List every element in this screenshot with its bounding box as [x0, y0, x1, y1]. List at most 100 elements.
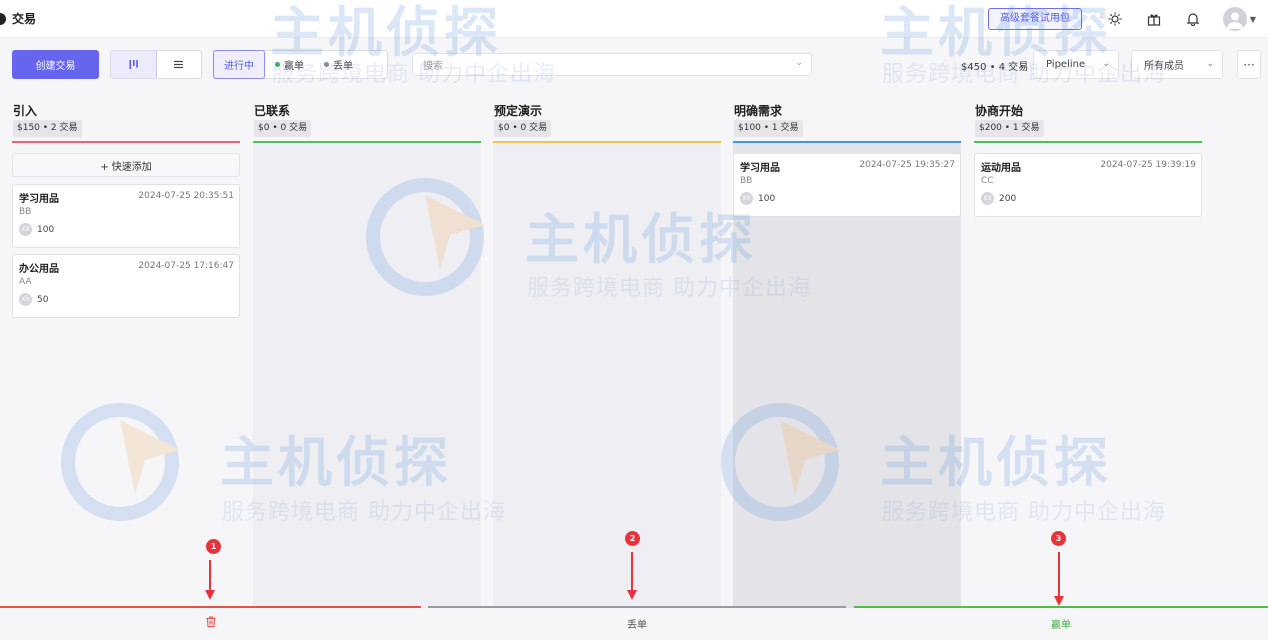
status-filter: 进行中 赢单 丢单 — [213, 50, 388, 79]
drop-zone-line — [854, 606, 1268, 608]
arrow-head-icon — [205, 590, 215, 600]
annotation-marker: 1 — [206, 539, 221, 554]
bell-icon[interactable] — [1184, 10, 1202, 28]
status-dot-icon — [324, 62, 329, 67]
annotation-marker: 2 — [625, 531, 640, 546]
deal-card[interactable]: 运动用品 2024-07-25 19:39:19 CC XX 200 — [974, 153, 1202, 217]
annotation-arrow — [1058, 552, 1060, 598]
column-title: 明确需求 — [734, 104, 783, 118]
column-color-bar — [974, 141, 1202, 143]
column-color-bar — [493, 141, 721, 143]
kanban-view-icon[interactable] — [111, 51, 157, 78]
search-placeholder: 搜索 — [423, 61, 443, 72]
owner-avatar: XX — [740, 192, 753, 205]
won-drop-zone[interactable]: 赢单 — [854, 606, 1268, 640]
column-title: 已联系 — [254, 104, 291, 118]
drop-zone-line — [0, 606, 421, 608]
deal-date: 2024-07-25 17:16:47 — [138, 261, 234, 271]
deal-owner: XX 100 — [740, 192, 775, 205]
deal-card[interactable]: 办公用品 2024-07-25 17:16:47 AA XX 50 — [12, 254, 240, 318]
column-title: 预定演示 — [494, 104, 543, 118]
view-toggle — [110, 50, 202, 79]
logo-icon — [0, 12, 6, 25]
column-color-bar — [733, 141, 961, 143]
pipeline-column: 预定演示 $0 • 0 交易 — [493, 96, 721, 608]
deal-title: 学习用品 — [740, 163, 780, 174]
deal-organization: CC — [981, 176, 994, 186]
deal-organization: BB — [19, 207, 32, 217]
member-select[interactable]: 所有成员 ⌄ — [1131, 50, 1223, 79]
deal-owner: XX 50 — [19, 293, 48, 306]
owner-avatar: XX — [981, 192, 994, 205]
tab-lost[interactable]: 丢单 — [314, 51, 363, 78]
column-stat: $150 • 2 交易 — [13, 120, 82, 137]
column-drop-area — [493, 143, 721, 608]
chevron-down-icon[interactable]: ▼ — [1250, 15, 1256, 24]
annotation-marker: 3 — [1051, 531, 1066, 546]
deal-organization: AA — [19, 277, 32, 287]
user-avatar[interactable] — [1222, 7, 1247, 31]
tab-in-progress[interactable]: 进行中 — [213, 50, 265, 79]
page-title: 交易 — [12, 12, 37, 26]
column-title: 引入 — [13, 104, 38, 118]
column-stat: $0 • 0 交易 — [494, 120, 552, 137]
deal-title: 办公用品 — [19, 264, 59, 275]
quick-add-button[interactable]: + 快速添加 — [12, 153, 240, 177]
won-label: 赢单 — [1051, 620, 1071, 631]
delete-drop-zone[interactable] — [0, 606, 421, 640]
deal-card[interactable]: 学习用品 2024-07-25 20:35:51 BB XX 100 — [12, 184, 240, 248]
tab-label: 丢单 — [333, 61, 353, 72]
column-drop-area — [253, 143, 481, 608]
chevron-down-icon: ⌄ — [1206, 59, 1214, 69]
lost-drop-zone[interactable]: 丢单 — [428, 606, 846, 640]
more-options-button[interactable]: ··· — [1237, 50, 1261, 79]
deal-value: 100 — [37, 224, 55, 235]
column-color-bar — [12, 141, 240, 143]
pipeline-select-value: Pipeline — [1046, 59, 1086, 70]
lost-label: 丢单 — [627, 620, 647, 631]
status-dot-icon — [275, 62, 280, 67]
chevron-down-icon[interactable]: ⌄ — [795, 58, 803, 68]
pipeline-select[interactable]: Pipeline ⌄ — [1033, 50, 1119, 79]
tab-label: 赢单 — [284, 61, 304, 72]
owner-avatar: XX — [19, 223, 32, 236]
deal-value: 50 — [37, 294, 49, 305]
deal-title: 运动用品 — [981, 163, 1021, 174]
annotation-arrow — [631, 552, 633, 592]
trial-package-button[interactable]: 高级套餐试用包 — [987, 8, 1082, 30]
deal-date: 2024-07-25 19:39:19 — [1100, 160, 1196, 170]
tab-won[interactable]: 赢单 — [265, 51, 314, 78]
sun-icon[interactable] — [1106, 10, 1124, 28]
drop-zone-line — [428, 606, 846, 608]
list-view-icon[interactable] — [157, 51, 202, 78]
deal-owner: XX 200 — [981, 192, 1016, 205]
deal-value: 100 — [758, 193, 776, 204]
search-input[interactable]: 搜索 ⌄ — [412, 53, 812, 76]
chevron-down-icon: ⌄ — [1102, 59, 1110, 69]
create-deal-button[interactable]: 创建交易 — [12, 50, 99, 79]
annotation-arrow — [209, 560, 211, 592]
arrow-head-icon — [627, 590, 637, 600]
column-stat: $100 • 1 交易 — [734, 120, 803, 137]
column-stat: $200 • 1 交易 — [975, 120, 1044, 137]
tab-label: 进行中 — [224, 61, 254, 72]
owner-avatar: XX — [19, 293, 32, 306]
toolbar: 创建交易 进行中 赢单 丢单 搜索 ⌄ $450 • 4 交易 Pipeline… — [0, 40, 1268, 90]
top-header: 交易 高级套餐试用包 ▼ — [0, 0, 1268, 38]
trash-icon — [0, 616, 421, 630]
deal-title: 学习用品 — [19, 194, 59, 205]
pipeline-column: 已联系 $0 • 0 交易 — [253, 96, 481, 608]
pipeline-column: 引入 $150 • 2 交易 + 快速添加 学习用品 2024-07-25 20… — [12, 96, 240, 608]
deal-date: 2024-07-25 20:35:51 — [138, 191, 234, 201]
gift-icon[interactable] — [1145, 10, 1163, 28]
deal-summary: $450 • 4 交易 — [961, 62, 1029, 73]
deal-card[interactable]: 学习用品 2024-07-25 19:35:27 BB XX 100 — [733, 153, 961, 217]
column-color-bar — [253, 141, 481, 143]
member-select-value: 所有成员 — [1144, 61, 1184, 72]
brand: 交易 — [0, 10, 36, 27]
pipeline-column: 明确需求 $100 • 1 交易 学习用品 2024-07-25 19:35:2… — [733, 96, 961, 608]
deal-value: 200 — [999, 193, 1017, 204]
header-actions: 高级套餐试用包 ▼ — [987, 0, 1258, 38]
arrow-head-icon — [1054, 596, 1064, 606]
deal-owner: XX 100 — [19, 223, 54, 236]
